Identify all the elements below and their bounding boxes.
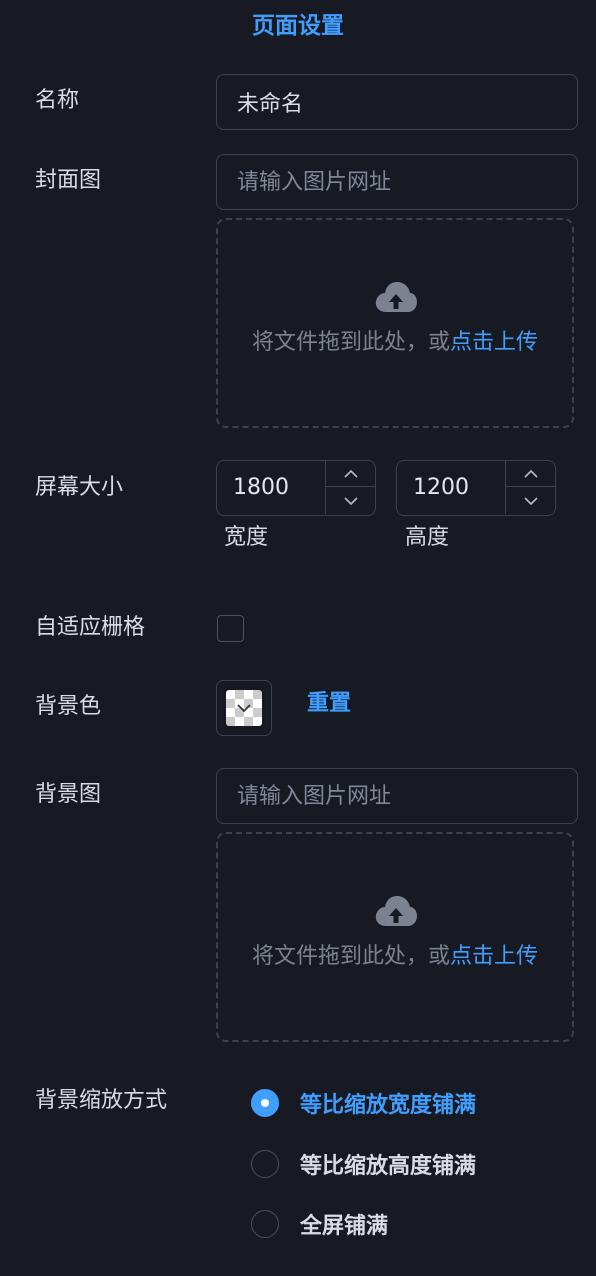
- cover-url-input[interactable]: [216, 154, 578, 210]
- bg-color-reset-button[interactable]: 重置: [307, 688, 351, 720]
- bg-scale-label: 背景缩放方式: [35, 1088, 168, 1113]
- width-label: 宽度: [224, 525, 269, 550]
- upload-link[interactable]: 点击上传: [450, 944, 538, 969]
- radio-label: 全屏铺满: [300, 1214, 389, 1239]
- radio-option-height-fill[interactable]: 等比缩放高度铺满: [251, 1148, 476, 1180]
- upload-hint: 将文件拖到此处，或点击上传: [218, 328, 572, 358]
- width-stepper: [325, 461, 375, 514]
- bg-image-url-input[interactable]: [216, 768, 578, 824]
- screen-size-label: 屏幕大小: [35, 475, 124, 500]
- height-decrease-button[interactable]: [506, 488, 555, 514]
- color-swatch: [226, 690, 262, 726]
- width-value[interactable]: 1800: [233, 461, 289, 514]
- width-decrease-button[interactable]: [326, 488, 375, 514]
- upload-hint-text: 将文件拖到此处，或: [251, 330, 450, 355]
- radio-label: 等比缩放宽度铺满: [300, 1093, 477, 1118]
- height-increase-button[interactable]: [506, 461, 555, 487]
- upload-hint-text: 将文件拖到此处，或: [251, 944, 450, 969]
- upload-cloud-icon: [375, 282, 417, 312]
- radio-button[interactable]: [251, 1089, 279, 1117]
- upload-hint: 将文件拖到此处，或点击上传: [218, 942, 572, 972]
- upload-cloud-icon: [375, 896, 417, 926]
- height-stepper: [505, 461, 555, 514]
- chevron-down-icon: [237, 703, 251, 712]
- radio-button[interactable]: [251, 1150, 279, 1178]
- bg-color-label: 背景色: [35, 694, 102, 719]
- height-value[interactable]: 1200: [413, 461, 469, 514]
- cover-upload-dropzone[interactable]: 将文件拖到此处，或点击上传: [216, 218, 574, 428]
- upload-link[interactable]: 点击上传: [450, 330, 538, 355]
- radio-option-width-fill[interactable]: 等比缩放宽度铺满: [251, 1087, 476, 1119]
- chevron-down-icon: [343, 496, 358, 505]
- chevron-up-icon: [343, 469, 358, 478]
- width-number-input[interactable]: 1800: [216, 460, 376, 516]
- bg-color-picker[interactable]: [216, 680, 272, 736]
- name-input[interactable]: [216, 74, 578, 130]
- chevron-up-icon: [523, 469, 538, 478]
- chevron-down-icon: [523, 496, 538, 505]
- adaptive-grid-checkbox[interactable]: [217, 615, 244, 642]
- radio-label: 等比缩放高度铺满: [300, 1154, 477, 1179]
- adaptive-grid-label: 自适应栅格: [35, 615, 146, 640]
- radio-option-fullscreen-fill[interactable]: 全屏铺满: [251, 1208, 388, 1240]
- width-increase-button[interactable]: [326, 461, 375, 487]
- cover-label: 封面图: [35, 168, 102, 193]
- bg-image-label: 背景图: [35, 782, 102, 807]
- height-label: 高度: [405, 525, 450, 550]
- bg-image-upload-dropzone[interactable]: 将文件拖到此处，或点击上传: [216, 832, 574, 1042]
- name-label: 名称: [35, 88, 80, 113]
- panel-title: 页面设置: [252, 13, 344, 39]
- height-number-input[interactable]: 1200: [396, 460, 556, 516]
- radio-button[interactable]: [251, 1210, 279, 1238]
